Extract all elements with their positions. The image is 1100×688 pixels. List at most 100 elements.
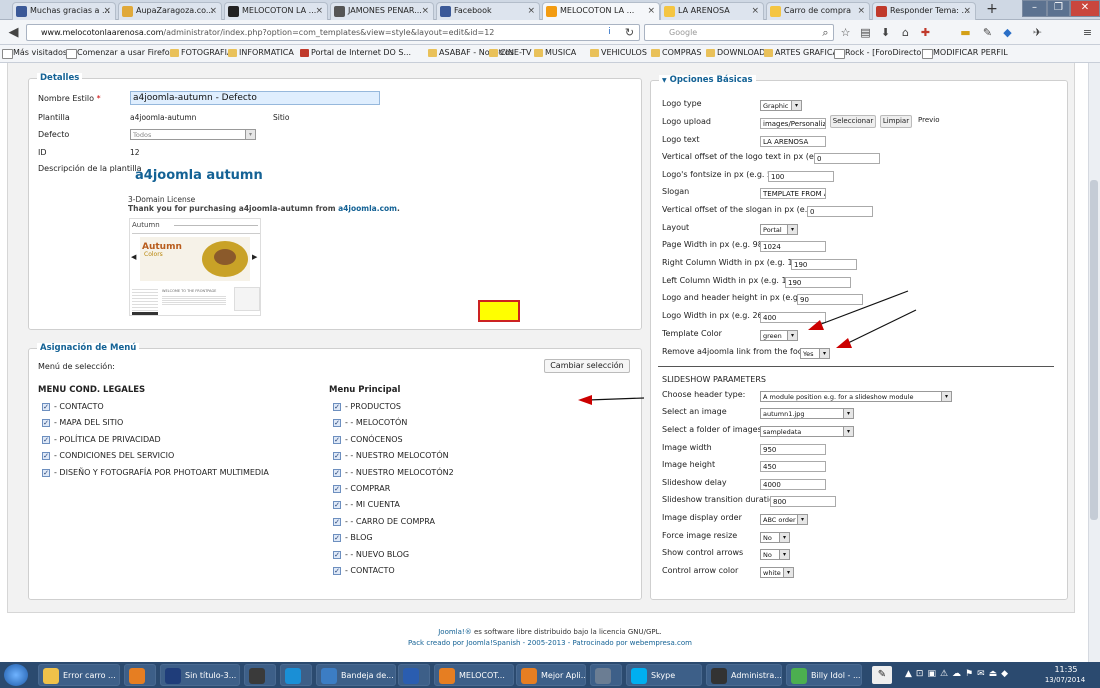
tablet-icon[interactable]: ✎: [872, 666, 892, 684]
menu-checkbox[interactable]: ✓: [42, 468, 50, 477]
tray-icons[interactable]: ▲⊡▣⚠☁⚑✉⏏◆: [905, 669, 1012, 679]
maximize-button[interactable]: ❐: [1047, 0, 1070, 17]
bookmark-item[interactable]: Portal de Internet DO S...: [300, 48, 411, 57]
defecto-select[interactable]: Todos ▾: [130, 129, 256, 140]
identity-icon[interactable]: i: [602, 25, 617, 40]
taskbar-button[interactable]: Skype: [626, 664, 702, 686]
menu-checkbox[interactable]: ✓: [42, 435, 50, 444]
tab-close-icon[interactable]: ×: [315, 6, 323, 16]
tab-close-icon[interactable]: ×: [857, 6, 865, 16]
taskbar-button[interactable]: Bandeja de...: [316, 664, 396, 686]
addon-icon[interactable]: ✚: [918, 25, 933, 40]
menu-checkbox[interactable]: ✓: [42, 419, 50, 428]
logo-type-select[interactable]: Graphic ▾: [760, 100, 802, 111]
bookmark-item[interactable]: Más visitados: [2, 48, 67, 59]
taskbar-button[interactable]: [398, 664, 430, 686]
bookmark-item[interactable]: VEHICULOS: [590, 48, 647, 57]
menu-checkbox[interactable]: ✓: [333, 419, 341, 428]
collapse-icon[interactable]: ▼: [662, 77, 667, 84]
arrows-select[interactable]: No ▾: [760, 549, 790, 560]
bookmark-item[interactable]: MUSICA: [534, 48, 576, 57]
home-icon[interactable]: ⌂: [898, 25, 913, 40]
browser-tab[interactable]: AupaZaragoza.co... ×: [118, 2, 222, 20]
tab-close-icon[interactable]: ×: [527, 6, 535, 16]
menu-checkbox[interactable]: ✓: [333, 534, 341, 543]
tab-close-icon[interactable]: ×: [103, 6, 111, 16]
bookmark-item[interactable]: FOTOGRAFIA: [170, 48, 232, 57]
bookmark-star-icon[interactable]: ☆: [838, 25, 853, 40]
taskbar-button[interactable]: Error carro ...: [38, 664, 120, 686]
url-bar[interactable]: www.melocotonlaarenosa.com/administrator…: [26, 24, 640, 41]
start-button[interactable]: [4, 664, 28, 686]
browser-tab[interactable]: Carro de compra ×: [766, 2, 870, 20]
back-icon[interactable]: ◀: [6, 25, 21, 40]
reload-icon[interactable]: ↻: [622, 25, 637, 40]
taskbar-button[interactable]: [590, 664, 622, 686]
scrollbar-thumb[interactable]: [1090, 180, 1098, 520]
browser-tab[interactable]: JAMONES PENAR... ×: [330, 2, 434, 20]
menu-checkbox[interactable]: ✓: [333, 435, 341, 444]
pencil-icon[interactable]: ✎: [980, 25, 995, 40]
right-col-input[interactable]: 190: [791, 259, 857, 270]
taskbar-button[interactable]: [244, 664, 276, 686]
menu-checkbox[interactable]: ✓: [333, 468, 341, 477]
img-height-input[interactable]: 450: [760, 461, 826, 472]
menu-icon[interactable]: ≡: [1080, 25, 1095, 40]
limpiar-button[interactable]: Limpiar: [880, 115, 912, 128]
bookmark-item[interactable]: Rock - [ForoDirecto]: [834, 48, 924, 59]
vo-logo-input[interactable]: 0: [814, 153, 880, 164]
taskbar-button[interactable]: Billy Idol - ...: [786, 664, 862, 686]
vo-slogan-input[interactable]: 0: [807, 206, 873, 217]
bookmark-item[interactable]: MODIFICAR PERFIL: [922, 48, 1008, 59]
new-tab-button[interactable]: +: [984, 2, 1000, 18]
search-icon[interactable]: ⌕: [818, 25, 833, 40]
menu-checkbox[interactable]: ✓: [333, 550, 341, 559]
force-select[interactable]: No ▾: [760, 532, 790, 543]
addon-yellow-icon[interactable]: ▬: [958, 25, 973, 40]
slogan-input[interactable]: TEMPLATE FROM A: [760, 188, 826, 199]
folder-select[interactable]: sampledata ▾: [760, 426, 854, 437]
browser-tab[interactable]: LA ARENOSA ×: [660, 2, 764, 20]
bookmark-item[interactable]: ARTES GRAFICAS: [764, 48, 843, 57]
menu-checkbox[interactable]: ✓: [333, 501, 341, 510]
taskbar-button[interactable]: [280, 664, 312, 686]
bookmark-item[interactable]: COMPRAS: [651, 48, 701, 57]
taskbar-button[interactable]: Sin título-3...: [160, 664, 240, 686]
page-width-input[interactable]: 1024: [760, 241, 826, 252]
tab-close-icon[interactable]: ×: [647, 6, 655, 16]
webempresa-link[interactable]: webempresa.com: [630, 639, 692, 647]
browser-tab[interactable]: MELOCOTON LA ... ×: [224, 2, 328, 20]
browser-tab[interactable]: MELOCOTON LA ... ×: [542, 2, 660, 20]
minimize-button[interactable]: –: [1022, 0, 1047, 17]
nombre-estilo-input[interactable]: a4joomla-autumn - Defecto: [130, 91, 380, 105]
logo-text-input[interactable]: LA ARENOSA: [760, 136, 826, 147]
logo-fs-input[interactable]: 100: [768, 171, 834, 182]
clock-date[interactable]: 13/07/2014: [1042, 676, 1088, 684]
logo-upload-input[interactable]: images/Personalizaci: [760, 118, 826, 129]
bookmark-item[interactable]: INFORMATICA: [228, 48, 294, 57]
menu-checkbox[interactable]: ✓: [333, 485, 341, 493]
taskbar-button[interactable]: [124, 664, 156, 686]
bookmark-item[interactable]: Comenzar a usar Firefox: [66, 48, 174, 59]
clock-time[interactable]: 11:35: [1048, 665, 1084, 674]
taskbar-button[interactable]: MELOCOT...: [434, 664, 514, 686]
download-icon[interactable]: ⬇: [878, 25, 893, 40]
browser-tab[interactable]: Facebook ×: [436, 2, 540, 20]
tab-close-icon[interactable]: ×: [209, 6, 217, 16]
layout-select[interactable]: Portal ▾: [760, 224, 798, 235]
tab-close-icon[interactable]: ×: [751, 6, 759, 16]
tab-close-icon[interactable]: ×: [421, 6, 429, 16]
tab-close-icon[interactable]: ×: [963, 6, 971, 16]
extension-icon[interactable]: ◆: [1000, 25, 1015, 40]
delay-input[interactable]: 4000: [760, 479, 826, 490]
taskbar-button[interactable]: Mejor Apli...: [516, 664, 586, 686]
menu-checkbox[interactable]: ✓: [42, 452, 50, 461]
bookmark-item[interactable]: DOWNLOAD: [706, 48, 765, 57]
bookmark-item[interactable]: CINE-TV: [489, 48, 532, 57]
arrow-color-select[interactable]: white ▾: [760, 567, 794, 578]
browser-tab[interactable]: Responder Tema: ... ×: [872, 2, 976, 20]
reading-list-icon[interactable]: ▤: [858, 25, 873, 40]
close-window-button[interactable]: ✕: [1070, 0, 1100, 17]
img-width-input[interactable]: 950: [760, 444, 826, 455]
search-input[interactable]: Google: [644, 24, 834, 41]
